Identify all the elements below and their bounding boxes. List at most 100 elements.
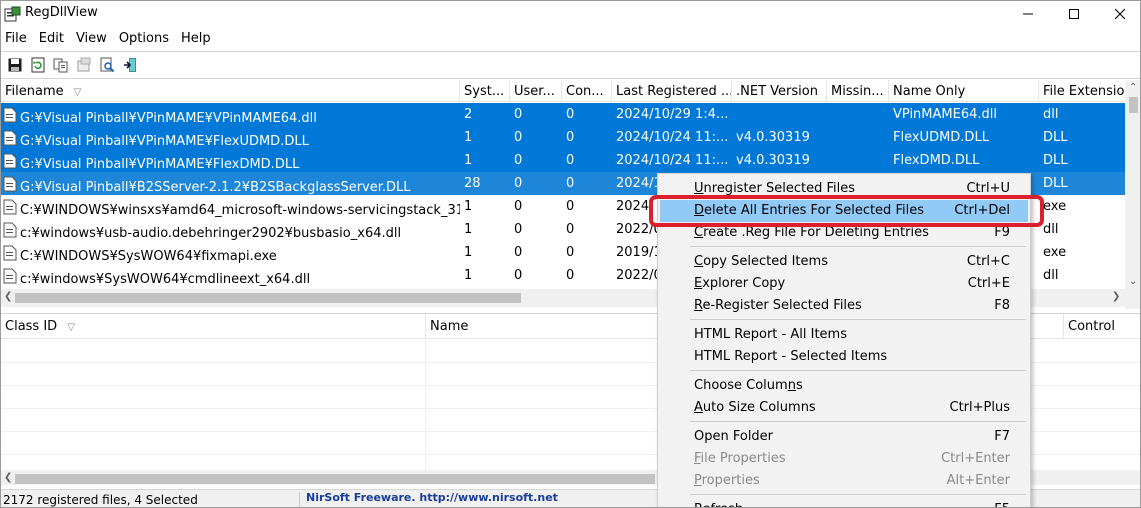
cell-missing bbox=[827, 149, 889, 172]
cell-con: 0 bbox=[566, 153, 575, 168]
close-button[interactable] bbox=[1097, 1, 1140, 27]
accelerator-key: C bbox=[694, 225, 704, 240]
column-header-net-version[interactable]: .NET Version bbox=[732, 80, 827, 102]
accelerator-key: P bbox=[694, 473, 702, 488]
refresh-button[interactable] bbox=[28, 55, 48, 75]
cell-file-extension: DLL bbox=[1043, 130, 1068, 145]
save-button[interactable] bbox=[5, 55, 25, 75]
status-text: 2172 registered files, 4 Selected bbox=[3, 493, 198, 507]
context-menu-item[interactable]: Explorer Copy Ctrl+E bbox=[660, 273, 1028, 295]
menu-item-label: Auto Size Columns bbox=[694, 400, 816, 415]
shortcut-text: F7 bbox=[994, 429, 1010, 444]
refresh-icon bbox=[31, 57, 45, 73]
context-menu-item[interactable]: Open Folder F7 bbox=[660, 426, 1028, 448]
cell-system: 1 bbox=[464, 199, 473, 214]
properties-button[interactable] bbox=[74, 55, 94, 75]
table-row[interactable]: G:¥Visual Pinball¥VPinMAME¥FlexUDMD.DLL 1… bbox=[1, 126, 1125, 149]
context-menu-item[interactable]: HTML Report - Selected Items bbox=[660, 346, 1028, 368]
column-header-label: Filename bbox=[5, 84, 64, 99]
cell-filename: C:¥WINDOWS¥winsxs¥amd64_microsoft-window… bbox=[1, 195, 460, 218]
label-part: reate .Reg File For Deleting Entries bbox=[703, 225, 929, 240]
table-row[interactable]: G:¥Visual Pinball¥VPinMAME¥VPinMAME64.dl… bbox=[1, 103, 1125, 126]
label-part: s bbox=[795, 378, 803, 393]
scroll-up-icon[interactable]: ⌃ bbox=[1129, 82, 1137, 93]
shortcut-text: Ctrl+Enter bbox=[941, 451, 1010, 466]
menu-view[interactable]: View bbox=[70, 28, 113, 50]
accelerator-key: U bbox=[694, 181, 704, 196]
cell-missing bbox=[827, 103, 889, 126]
cell-system: 1 bbox=[464, 153, 473, 168]
label-part: uto Size Columns bbox=[702, 400, 816, 415]
table-row[interactable]: G:¥Visual Pinball¥VPinMAME¥FlexDMD.DLL 1 0… bbox=[1, 149, 1125, 172]
column-header-control[interactable]: Control bbox=[1064, 314, 1140, 339]
file-icon bbox=[3, 176, 17, 192]
title-bar[interactable]: RegDllView bbox=[1, 1, 1140, 27]
context-menu-item[interactable]: Refresh F5 bbox=[660, 499, 1028, 507]
menu-help[interactable]: Help bbox=[175, 28, 217, 50]
scroll-left-icon[interactable]: ❮ bbox=[4, 291, 12, 302]
find-button[interactable] bbox=[97, 55, 117, 75]
filename-text: c:¥windows¥SysWOW64¥cmdlineext_x64.dll bbox=[20, 272, 311, 287]
cell-last-registered: 2024/10/24 11:... bbox=[616, 130, 729, 145]
context-menu-item[interactable]: HTML Report - All Items bbox=[660, 324, 1028, 346]
cell-system: 28 bbox=[464, 176, 481, 191]
exit-button[interactable] bbox=[120, 55, 140, 75]
scroll-thumb[interactable] bbox=[15, 293, 521, 303]
menu-file[interactable]: File bbox=[1, 28, 33, 50]
column-header-user[interactable]: User... bbox=[510, 80, 562, 102]
minimize-button[interactable] bbox=[1005, 1, 1051, 27]
file-icon bbox=[3, 199, 17, 215]
cell-user: 0 bbox=[514, 199, 523, 214]
file-icon bbox=[3, 222, 17, 238]
cell-con: 0 bbox=[566, 107, 575, 122]
accelerator-key: C bbox=[694, 254, 704, 269]
filename-text: C:¥WINDOWS¥SysWOW64¥fixmapi.exe bbox=[20, 249, 277, 264]
cell-con: 0 bbox=[566, 199, 575, 214]
context-menu-item[interactable]: Auto Size Columns Ctrl+Plus bbox=[660, 397, 1028, 419]
maximize-button[interactable] bbox=[1051, 1, 1097, 27]
filename-text: G:¥Visual Pinball¥VPinMAME¥VPinMAME64.dl… bbox=[20, 111, 317, 126]
accelerator-key: E bbox=[694, 276, 703, 291]
grid-line bbox=[425, 339, 426, 474]
column-header-system[interactable]: Syst... bbox=[460, 80, 510, 102]
context-menu-item[interactable]: Properties Alt+Enter bbox=[660, 470, 1028, 492]
column-header-class-id[interactable]: Class ID ▽ bbox=[1, 314, 426, 339]
file-icon bbox=[3, 130, 17, 146]
column-header-filename[interactable]: Filename ▽ bbox=[1, 80, 460, 102]
cell-file-extension: DLL bbox=[1043, 153, 1068, 168]
properties-icon bbox=[77, 57, 91, 72]
column-header-con[interactable]: Con... bbox=[562, 80, 612, 102]
cell-file-extension: dll bbox=[1043, 268, 1059, 283]
scroll-thumb[interactable] bbox=[15, 474, 655, 484]
nirsoft-link[interactable]: NirSoft Freeware. http://www.nirsoft.net bbox=[306, 491, 558, 504]
scroll-down-icon[interactable]: ⌄ bbox=[1129, 276, 1137, 287]
cell-file-extension: dll bbox=[1043, 107, 1059, 122]
column-header-name-only[interactable]: Name Only bbox=[889, 80, 1039, 102]
column-header-missing[interactable]: Missin... bbox=[827, 80, 889, 102]
cell-net-version bbox=[732, 103, 827, 126]
context-menu-item[interactable]: Re-Register Selected Files F8 bbox=[660, 295, 1028, 317]
copy-button[interactable] bbox=[51, 55, 71, 75]
scroll-left-icon[interactable]: ❮ bbox=[4, 472, 12, 483]
context-menu-item[interactable]: Choose Columns bbox=[660, 375, 1028, 397]
cell-net-version: v4.0.30319 bbox=[736, 130, 810, 145]
column-header-last-registered[interactable]: Last Registered ... bbox=[612, 80, 732, 102]
shortcut-text: Ctrl+E bbox=[967, 276, 1010, 291]
menu-options[interactable]: Options bbox=[113, 28, 175, 50]
context-menu-item[interactable]: File Properties Ctrl+Enter bbox=[660, 448, 1028, 470]
menu-edit[interactable]: Edit bbox=[33, 28, 70, 50]
scroll-thumb[interactable] bbox=[1129, 97, 1138, 113]
menu-item-label: HTML Report - All Items bbox=[694, 327, 847, 342]
status-divider bbox=[299, 492, 300, 507]
sort-arrow-icon: ▽ bbox=[67, 322, 75, 333]
menu-item-label: Explorer Copy bbox=[694, 276, 785, 291]
files-vertical-scrollbar[interactable]: ⌃ ⌄ bbox=[1125, 80, 1140, 309]
cell-con: 0 bbox=[566, 130, 575, 145]
label-part: opy Selected Items bbox=[703, 254, 828, 269]
scroll-right-icon[interactable]: ❯ bbox=[1112, 291, 1120, 302]
context-menu-item[interactable]: Copy Selected Items Ctrl+C bbox=[660, 251, 1028, 273]
file-icon bbox=[3, 153, 17, 169]
cell-user: 0 bbox=[514, 153, 523, 168]
accelerator-key: n bbox=[787, 378, 796, 393]
menu-item-label: Choose Columns bbox=[694, 378, 803, 393]
